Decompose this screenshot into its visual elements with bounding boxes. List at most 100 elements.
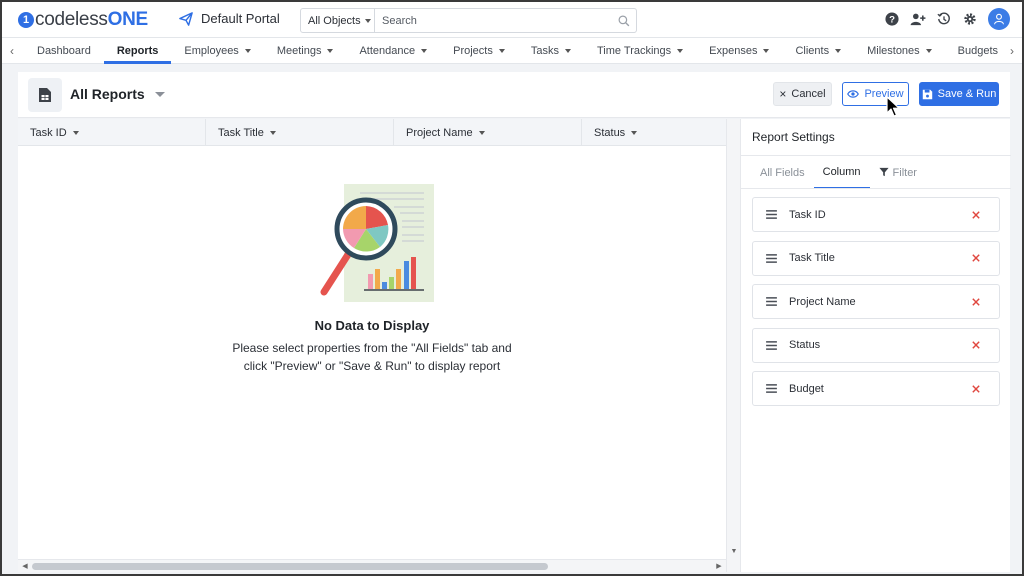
top-bar: 1 codeless ONE Default Portal All Objects… <box>2 2 1022 38</box>
report-analysis-illustration <box>320 184 434 302</box>
search-icon[interactable] <box>612 15 636 27</box>
nav-item-tasks[interactable]: Tasks <box>518 38 584 64</box>
filter-icon <box>878 167 889 180</box>
table-header: Task ID Task Title Project Name Status <box>18 119 726 146</box>
nav-item-meetings[interactable]: Meetings <box>264 38 347 64</box>
field-name: Status <box>789 339 821 351</box>
report-table: Task ID Task Title Project Name Status N… <box>18 119 726 572</box>
column-header-status[interactable]: Status <box>582 119 726 146</box>
nav-item-label: Tasks <box>530 45 559 57</box>
logo-text-prefix: codeless <box>35 9 108 30</box>
column-header-task-id[interactable]: Task ID <box>18 119 206 146</box>
report-selector[interactable]: All Reports <box>70 86 165 102</box>
empty-state-title: No Data to Display <box>314 318 430 333</box>
nav-scroll-right-icon[interactable]: › <box>1004 38 1020 64</box>
remove-field-icon[interactable] <box>953 384 999 393</box>
nav-item-label: Clients <box>795 45 830 57</box>
tab-label: Column <box>822 166 861 178</box>
paper-plane-icon <box>179 11 193 26</box>
remove-field-icon[interactable] <box>953 341 999 349</box>
search-input[interactable] <box>375 9 612 32</box>
drag-handle-icon[interactable] <box>753 297 789 306</box>
horizontal-scrollbar[interactable]: ◀ ▶ <box>18 559 726 572</box>
report-header: All Reports × Cancel Preview Save & Run <box>18 72 1010 118</box>
report-file-icon <box>28 78 62 112</box>
nav-item-attendance[interactable]: Attendance <box>346 38 440 64</box>
remove-field-icon[interactable] <box>953 210 999 219</box>
vertical-scrollbar[interactable]: ▼ <box>726 119 740 572</box>
chevron-down-icon <box>72 130 79 135</box>
chevron-down-icon <box>421 49 428 53</box>
remove-field-icon[interactable] <box>953 297 999 306</box>
nav-item-time-trackings[interactable]: Time Trackings <box>584 38 696 64</box>
column-field-item: Budget <box>752 371 1000 406</box>
cancel-button[interactable]: × Cancel <box>773 82 832 106</box>
user-avatar-icon[interactable] <box>988 8 1010 30</box>
column-header-project-name[interactable]: Project Name <box>394 119 582 146</box>
portal-name: Default Portal <box>201 11 280 26</box>
main-nav: ‹ Dashboard Reports Employees Meetings Atten… <box>2 38 1022 64</box>
save-and-run-button[interactable]: Save & Run <box>919 82 999 106</box>
settings-gear-icon[interactable] <box>962 11 978 27</box>
horizontal-scroll-thumb[interactable] <box>32 563 548 570</box>
eye-icon <box>847 90 860 98</box>
settings-tabs: All Fields Column Filter <box>751 157 926 189</box>
empty-state-message-line2: click "Preview" or "Save & Run" to displ… <box>243 359 501 373</box>
column-field-item: Status <box>752 327 1000 363</box>
nav-item-expenses[interactable]: Expenses <box>696 38 782 64</box>
column-field-item: Task Title <box>752 240 1000 276</box>
nav-item-label: Attendance <box>359 45 416 57</box>
column-field-item: Task ID <box>752 197 1000 232</box>
tab-column[interactable]: Column <box>813 157 870 189</box>
nav-item-label: Expenses <box>709 45 758 57</box>
nav-item-milestones[interactable]: Milestones <box>854 38 945 64</box>
report-settings-panel: Report Settings All Fields Column Filter T… <box>740 119 1011 572</box>
drag-handle-icon[interactable] <box>753 340 789 350</box>
top-actions: ? <box>884 8 1010 30</box>
help-icon[interactable]: ? <box>884 11 900 27</box>
nav-item-label: Reports <box>116 45 159 57</box>
field-name: Budget <box>789 382 824 395</box>
tab-all-fields[interactable]: All Fields <box>751 157 814 189</box>
search-scope-select[interactable]: All Objects <box>301 9 375 32</box>
remove-field-icon[interactable] <box>953 254 999 262</box>
svg-text:?: ? <box>889 15 895 26</box>
drag-handle-icon[interactable] <box>753 210 789 219</box>
scroll-right-icon[interactable]: ▶ <box>714 561 724 571</box>
nav-item-budgets[interactable]: Budgets <box>945 38 1004 64</box>
nav-item-projects[interactable]: Projects <box>440 38 518 64</box>
divider <box>741 155 1011 156</box>
column-header-label: Task Title <box>218 126 264 139</box>
logo-text-suffix: ONE <box>107 9 149 30</box>
drag-handle-icon[interactable] <box>753 384 789 393</box>
logo-mark-icon: 1 <box>18 12 34 28</box>
scroll-left-icon[interactable]: ◀ <box>20 561 30 571</box>
nav-item-reports[interactable]: Reports <box>103 38 172 64</box>
nav-item-clients[interactable]: Clients <box>782 38 854 64</box>
close-icon: × <box>779 87 787 101</box>
chevron-down-icon <box>327 49 334 53</box>
nav-item-dashboard[interactable]: Dashboard <box>24 38 104 64</box>
history-icon[interactable] <box>936 11 952 27</box>
nav-items: Dashboard Reports Employees Meetings Attenda… <box>24 38 1004 64</box>
chevron-down-icon <box>244 49 251 53</box>
nav-item-label: Milestones <box>867 45 920 57</box>
add-user-icon[interactable] <box>910 11 926 27</box>
scroll-down-icon[interactable]: ▼ <box>729 546 739 556</box>
drag-handle-icon[interactable] <box>753 253 789 263</box>
nav-item-label: Employees <box>184 45 239 57</box>
nav-item-label: Dashboard <box>37 45 91 57</box>
column-field-item: Project Name <box>752 284 1000 319</box>
column-header-task-title[interactable]: Task Title <box>206 119 394 146</box>
tab-filter[interactable]: Filter <box>870 157 926 189</box>
field-name: Project Name <box>789 295 856 308</box>
app-logo[interactable]: 1 codeless ONE <box>18 9 149 30</box>
mouse-cursor-icon <box>886 96 900 117</box>
chevron-down-icon <box>498 49 505 53</box>
nav-scroll-left-icon[interactable]: ‹ <box>4 38 20 64</box>
nav-item-employees[interactable]: Employees <box>171 38 263 64</box>
chevron-down-icon <box>478 130 485 135</box>
portal-selector[interactable]: Default Portal <box>179 11 280 26</box>
chevron-down-icon <box>564 49 571 53</box>
global-search: All Objects <box>300 8 637 33</box>
